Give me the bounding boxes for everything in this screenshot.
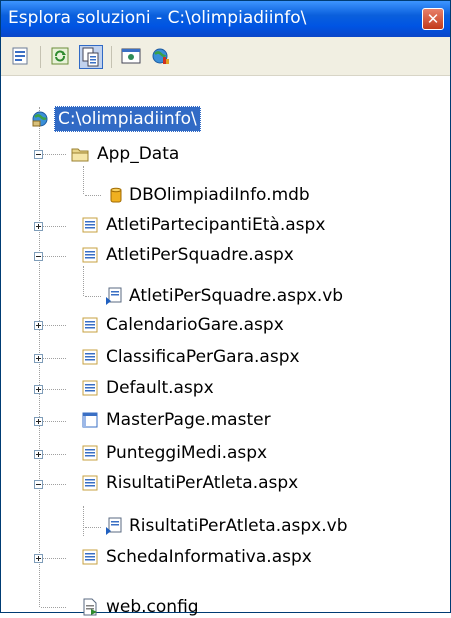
tree-node-label[interactable]: RisultatiPerAtleta.aspx.vb: [129, 515, 348, 537]
tree-node-label[interactable]: SchedaInformativa.aspx: [106, 546, 312, 568]
tree-guide-line: [41, 256, 66, 257]
tree-guide-line: [41, 389, 66, 390]
tree-guide-line: [41, 484, 66, 485]
tree-guide-line: [41, 226, 66, 227]
close-button[interactable]: ✕: [422, 8, 444, 30]
collapse-toggle[interactable]: [34, 252, 43, 261]
toolbar-separator: [111, 46, 112, 68]
tree-guide-line: [85, 296, 101, 297]
collapse-toggle[interactable]: [34, 480, 43, 489]
aspx-page-icon: [82, 445, 98, 461]
root-label: C:\olimpiadiinfo\: [54, 106, 201, 132]
database-icon: [110, 187, 122, 203]
tree-guide-line: [41, 421, 66, 422]
tree-guide-line: [41, 607, 66, 608]
vb-code-icon: [106, 517, 122, 535]
expand-toggle[interactable]: [34, 222, 43, 231]
properties-icon: [12, 47, 28, 65]
toolbar: [1, 37, 450, 76]
solution-explorer-window: Esplora soluzioni - C:\olimpiadiinfo\ ✕: [0, 0, 451, 617]
show-all-files-icon: [82, 47, 99, 67]
tree-node-label[interactable]: Default.aspx: [106, 377, 214, 399]
tree-guide-line: [41, 358, 66, 359]
expand-toggle[interactable]: [34, 354, 43, 363]
tree-guide-line: [41, 325, 66, 326]
website-icon: [32, 111, 48, 127]
copy-website-button[interactable]: [149, 45, 173, 69]
show-all-files-button[interactable]: [79, 45, 103, 69]
tree-node-label[interactable]: AtletiPerSquadre.aspx: [106, 244, 294, 266]
tree-node-label[interactable]: App_Data: [97, 143, 179, 165]
aspx-page-icon: [82, 475, 98, 491]
expand-toggle[interactable]: [34, 385, 43, 394]
window-title: Esplora soluzioni - C:\olimpiadiinfo\: [8, 8, 307, 28]
view-designer-icon: [121, 48, 141, 64]
collapse-toggle[interactable]: [34, 150, 43, 159]
expand-toggle[interactable]: [34, 417, 43, 426]
tree-guide-line: [41, 558, 66, 559]
view-designer-button[interactable]: [120, 45, 144, 69]
tree-guide-line: [41, 454, 66, 455]
aspx-page-icon: [82, 317, 98, 333]
refresh-icon: [51, 47, 69, 65]
master-page-icon: [82, 412, 98, 428]
tree-node-label[interactable]: AtletiPerSquadre.aspx.vb: [129, 285, 343, 307]
aspx-page-icon: [82, 217, 98, 233]
solution-tree: C:\olimpiadiinfo\ App_Data DBOlimpiadiIn…: [1, 76, 450, 617]
tree-node-label[interactable]: ClassificaPerGara.aspx: [106, 346, 300, 368]
tree-node-label[interactable]: AtletiPartecipantiEtà.aspx: [106, 214, 325, 236]
tree-guide-line: [83, 266, 84, 296]
config-file-icon: [83, 598, 97, 616]
refresh-button[interactable]: [49, 45, 73, 69]
folder-icon: [71, 148, 89, 162]
vb-code-icon: [106, 287, 122, 305]
tree-node-label[interactable]: web.config: [106, 596, 199, 618]
aspx-page-icon: [82, 380, 98, 396]
tree-node-label[interactable]: RisultatiPerAtleta.aspx: [106, 472, 298, 494]
tree-guide-line: [83, 506, 84, 536]
tree-node-label[interactable]: PunteggiMedi.aspx: [106, 442, 267, 464]
properties-button[interactable]: [9, 45, 33, 69]
tree-node-label[interactable]: DBOlimpiadiInfo.mdb: [129, 184, 310, 206]
tree-node-label[interactable]: MasterPage.master: [106, 409, 271, 431]
copy-website-icon: [152, 48, 169, 64]
toolbar-separator: [40, 46, 41, 68]
close-icon: ✕: [426, 10, 440, 28]
tree-node-label[interactable]: CalendarioGare.aspx: [106, 314, 284, 336]
tree-guide-line: [41, 154, 66, 155]
expand-toggle[interactable]: [34, 450, 43, 459]
aspx-page-icon: [82, 549, 98, 565]
tree-guide-line: [83, 166, 84, 194]
expand-toggle[interactable]: [34, 321, 43, 330]
expand-toggle[interactable]: [34, 554, 43, 563]
title-bar[interactable]: Esplora soluzioni - C:\olimpiadiinfo\ ✕: [1, 1, 450, 37]
aspx-page-icon: [82, 247, 98, 263]
tree-guide-line: [85, 527, 101, 528]
tree-guide-line: [85, 195, 101, 196]
aspx-page-icon: [82, 349, 98, 365]
